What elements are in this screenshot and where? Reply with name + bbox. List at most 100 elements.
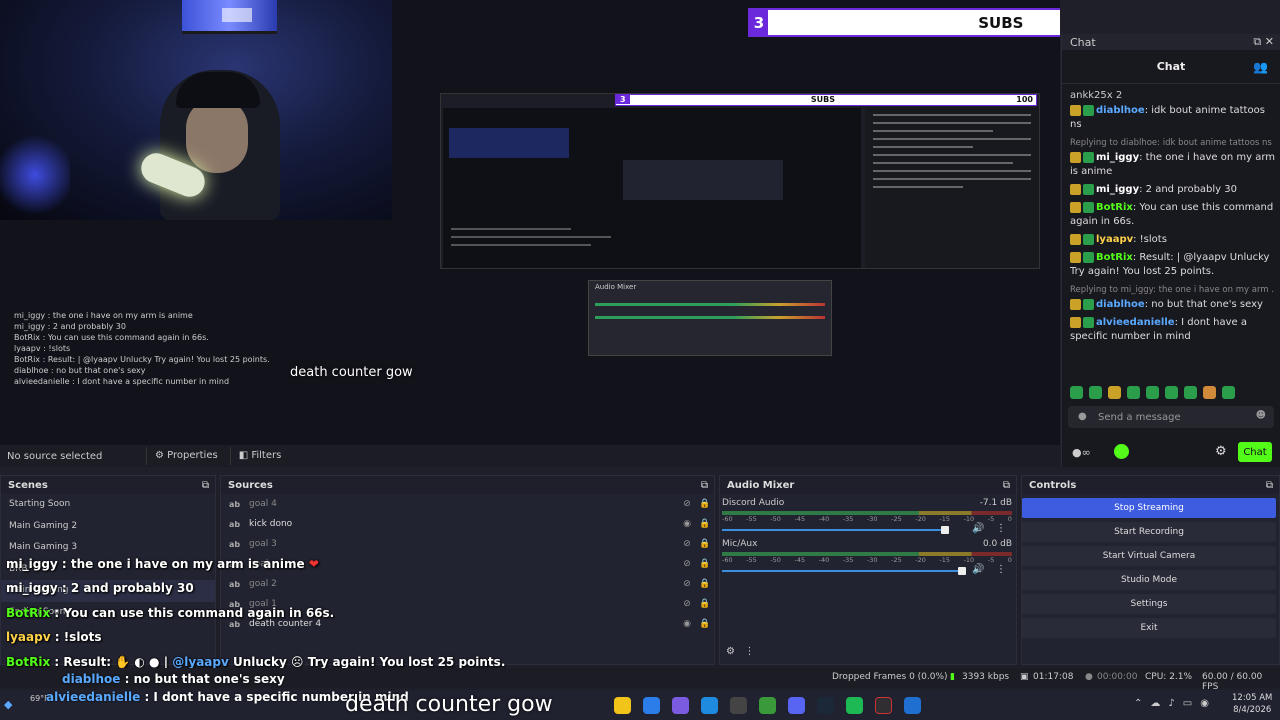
reply-context: Replying to mi_iggy: the one i have on m… <box>1070 285 1275 295</box>
controls-dock: Controls ⧉ Stop Streaming Start Recording S… <box>1021 475 1280 665</box>
eye-hidden-icon[interactable]: ⊘ <box>678 499 696 509</box>
taskbar-ticker: death counter gow <box>345 692 553 717</box>
control-button[interactable]: Settings <box>1022 594 1276 614</box>
steam-icon[interactable] <box>817 697 834 714</box>
eye-icon[interactable]: ◉ <box>678 619 696 629</box>
app-icon[interactable] <box>904 697 921 714</box>
subs-goal-bar: 3 SUBS 100 <box>748 8 1060 37</box>
lock-icon[interactable]: 🔒 <box>696 539 714 549</box>
chat-username[interactable]: mi_iggy <box>1096 152 1139 163</box>
scene-item[interactable]: Starting Soon <box>1 494 215 516</box>
reply-context: Replying to diablhoe: idk bout anime tat… <box>1070 138 1272 148</box>
lock-icon[interactable]: 🔒 <box>696 599 714 609</box>
badge-icon <box>1070 151 1081 163</box>
control-button[interactable]: Start Recording <box>1022 522 1276 542</box>
dock-close-icon[interactable]: ⧉ ✕ <box>1253 35 1280 49</box>
lock-icon[interactable]: 🔒 <box>696 579 714 589</box>
taskbar-apps[interactable] <box>614 697 921 714</box>
chat-send-button[interactable]: Chat <box>1238 442 1272 462</box>
track-name: Mic/Aux <box>722 539 758 549</box>
app-icon[interactable] <box>759 697 776 714</box>
system-tray[interactable]: ⌃☁♪▭◉ <box>1134 698 1217 709</box>
lock-icon[interactable]: 🔒 <box>696 499 714 509</box>
badge-icon <box>1070 201 1081 213</box>
filters-button[interactable]: ◧ Filters <box>229 447 290 465</box>
chat-dock-header: Chat ⧉ ✕ <box>1062 34 1280 50</box>
spotify-icon[interactable] <box>846 697 863 714</box>
smiley-icon[interactable]: ☻ <box>1256 410 1266 421</box>
badge-icon <box>1070 233 1081 245</box>
chat-username[interactable]: diablhoe <box>1096 105 1145 116</box>
eye-hidden-icon[interactable]: ⊘ <box>678 539 696 549</box>
chat-username[interactable]: BotRix <box>1096 252 1133 263</box>
windows-taskbar: ◆ 69°F diablhoe : no but that one's sexy… <box>0 672 1280 720</box>
chat-username[interactable]: diablhoe <box>1096 299 1145 310</box>
goal-label: SUBS <box>978 13 1024 32</box>
dock-popout-icon[interactable]: ⧉ <box>701 480 714 491</box>
volume-slider[interactable]: 🔊 ⋮ <box>722 523 1006 535</box>
discord-icon[interactable] <box>788 697 805 714</box>
chat-username[interactable]: alvieedanielle <box>1096 317 1175 328</box>
nested-preview: 3 SUBS 100 <box>440 93 1040 269</box>
source-item[interactable]: ab goal 3 ⊘ 🔒 <box>221 534 714 554</box>
text-source-icon: ab <box>229 519 241 529</box>
obs-icon[interactable] <box>875 697 892 714</box>
dropped-frames: Dropped Frames 0 (0.0%) <box>832 672 948 682</box>
volume-slider[interactable]: 🔊 ⋮ <box>722 564 1006 576</box>
eye-hidden-icon[interactable]: ⊘ <box>678 559 696 569</box>
control-button[interactable]: Exit <box>1022 618 1276 638</box>
nested-goal-bar: 3 SUBS 100 <box>615 94 1037 106</box>
store-icon[interactable] <box>643 697 660 714</box>
file-explorer-icon[interactable] <box>614 697 631 714</box>
edge-icon[interactable] <box>701 697 718 714</box>
chat-username[interactable]: BotRix <box>1096 202 1133 213</box>
chat-message: Replying to mi_iggy: the one i have on m… <box>1070 283 1275 312</box>
lock-icon[interactable]: 🔒 <box>696 559 714 569</box>
background-tv <box>182 0 277 34</box>
text-source-icon: ab <box>229 539 241 549</box>
badge-icon <box>1070 316 1081 328</box>
track-db: 0.0 dB <box>982 539 1012 549</box>
gear-icon[interactable]: ⚙ <box>1215 444 1227 459</box>
scene-item[interactable]: Main Gaming 2 <box>1 516 215 538</box>
obs-preview[interactable]: 3 SUBS 100 3 SUBS 100 mi_iggy : the one … <box>0 0 1060 445</box>
kick-logo-icon[interactable] <box>1114 444 1129 459</box>
control-button[interactable]: Stop Streaming <box>1022 498 1276 518</box>
dock-popout-icon[interactable]: ⧉ <box>1266 480 1279 491</box>
lock-icon[interactable]: 🔒 <box>696 519 714 529</box>
badge-icon <box>1083 183 1094 195</box>
lock-icon[interactable]: 🔒 <box>696 619 714 629</box>
chat-text: : no but that one's sexy <box>1144 299 1263 310</box>
speaker-icon[interactable]: 🔊 <box>972 564 984 575</box>
mixer-settings-icon[interactable]: ⚙ ⋮ <box>726 646 755 657</box>
nested-chat-panel <box>865 108 1039 268</box>
clock[interactable]: 12:05 AM 8/4/2026 <box>1232 692 1272 716</box>
chat-input[interactable]: ● Send a message ☻ <box>1068 406 1274 428</box>
teams-icon[interactable] <box>672 697 689 714</box>
control-button[interactable]: Studio Mode <box>1022 570 1276 590</box>
badge-icon <box>1083 298 1094 310</box>
chat-username[interactable]: lyaapv <box>1096 234 1133 245</box>
chat-username[interactable]: mi_iggy <box>1096 184 1139 195</box>
speaker-icon[interactable]: 🔊 <box>972 523 984 534</box>
dock-popout-icon[interactable]: ⧉ <box>1003 480 1016 491</box>
infinity-icon[interactable]: ●∞ <box>1072 446 1091 459</box>
more-options-icon[interactable]: ⋮ <box>996 523 1006 534</box>
eye-hidden-icon[interactable]: ⊘ <box>678 579 696 589</box>
eye-hidden-icon[interactable]: ⊘ <box>678 599 696 609</box>
source-item[interactable]: ab goal 4 ⊘ 🔒 <box>221 494 714 514</box>
user-list-icon[interactable]: 👥 <box>1253 60 1268 74</box>
nested-preview-inner <box>443 108 861 268</box>
more-options-icon[interactable]: ⋮ <box>996 564 1006 575</box>
dock-popout-icon[interactable]: ⧉ <box>202 480 215 491</box>
badge-icon <box>1083 316 1094 328</box>
emote-picker-icon[interactable]: ● <box>1078 411 1087 422</box>
control-button[interactable]: Start Virtual Camera <box>1022 546 1276 566</box>
app-icon[interactable] <box>730 697 747 714</box>
emote-bar[interactable] <box>1070 386 1235 399</box>
chat-message: BotRix: Result: | @lyaapv Unlucky Try ag… <box>1070 251 1275 279</box>
properties-button[interactable]: ⚙ Properties <box>146 447 226 465</box>
source-item[interactable]: ab kick dono ◉ 🔒 <box>221 514 714 534</box>
eye-icon[interactable]: ◉ <box>678 519 696 529</box>
badge-icon <box>1083 104 1094 116</box>
